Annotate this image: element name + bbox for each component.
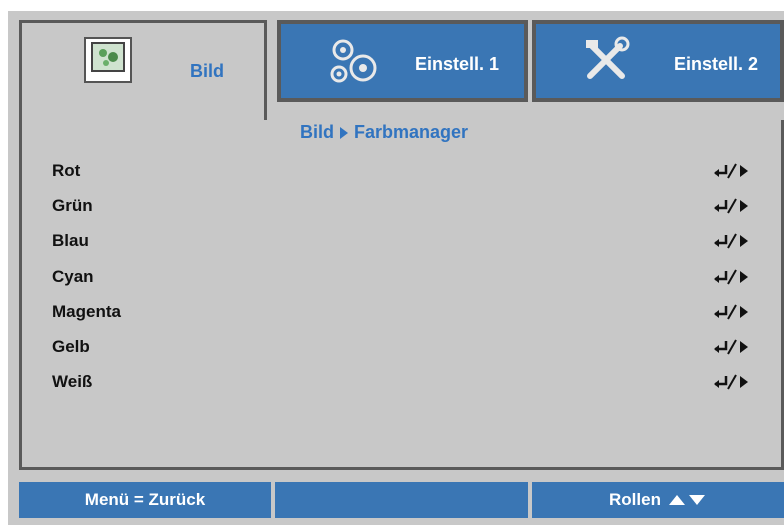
menu-item-label: Grün <box>52 196 93 215</box>
menu-item-gruen[interactable]: Grün <box>52 191 752 221</box>
breadcrumb-current: Farbmanager <box>354 122 469 142</box>
menu-item-gelb[interactable]: Gelb <box>52 332 752 362</box>
footer-middle-segment <box>275 482 528 518</box>
up-down-arrows-icon <box>668 495 705 505</box>
footer-scroll-label: Rollen <box>609 490 661 509</box>
tab-einstell-1[interactable]: Einstell. 1 <box>277 20 528 102</box>
menu-item-label: Rot <box>52 161 81 180</box>
tab-bild-label: Bild <box>190 61 224 81</box>
footer-back-label: Menü = Zurück <box>84 490 206 509</box>
menu-item-blau[interactable]: Blau <box>52 226 752 256</box>
enter-right-icon <box>714 374 748 390</box>
enter-right-icon <box>714 198 748 214</box>
enter-right-icon <box>714 233 748 249</box>
menu-item-magenta[interactable]: Magenta <box>52 297 752 327</box>
menu-item-label: Cyan <box>52 267 94 286</box>
breadcrumb-parent: Bild <box>300 122 334 142</box>
breadcrumb-arrow-icon <box>340 126 348 139</box>
enter-right-icon <box>714 163 748 179</box>
tab-einstell-2[interactable]: Einstell. 2 <box>532 20 784 102</box>
tab-bild[interactable]: Bild <box>19 20 267 123</box>
menu-item-label: Weiß <box>52 372 93 391</box>
menu-item-label: Blau <box>52 231 89 250</box>
enter-right-icon <box>714 304 748 320</box>
breadcrumb: Bild Farbmanager <box>300 122 468 143</box>
enter-right-icon <box>714 339 748 355</box>
footer-back-hint: Menü = Zurück <box>19 482 271 518</box>
tab-einstell-1-label: Einstell. 1 <box>415 54 500 74</box>
footer-scroll-hint: Rollen <box>532 482 784 518</box>
menu-item-label: Magenta <box>52 302 121 321</box>
menu-item-cyan[interactable]: Cyan <box>52 262 752 292</box>
menu-item-rot[interactable]: Rot <box>52 156 752 186</box>
enter-right-icon <box>714 269 748 285</box>
picture-icon <box>84 37 132 88</box>
menu-item-label: Gelb <box>52 337 90 356</box>
tab-einstell-2-label: Einstell. 2 <box>674 54 759 74</box>
tools-icon <box>580 36 634 91</box>
gears-icon <box>327 34 381 93</box>
menu-item-weiss[interactable]: Weiß <box>52 367 752 397</box>
